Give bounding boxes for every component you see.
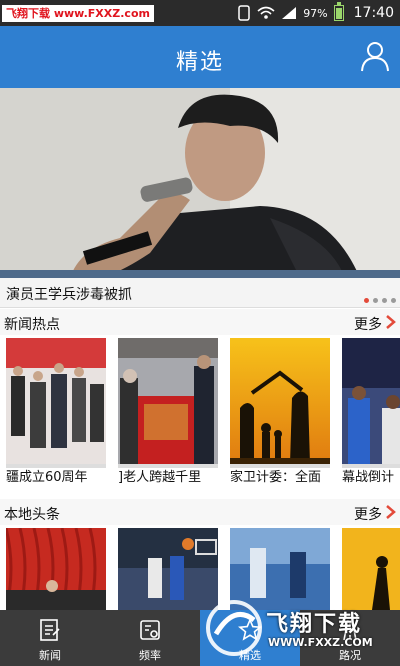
app-header: 精选	[0, 26, 400, 88]
hero-banner[interactable]	[0, 88, 400, 278]
news-caption: 疆成立60周年	[6, 468, 106, 488]
section-title: 新闻热点	[4, 317, 60, 333]
status-bar: 飞翔下载 www.FXXZ.com 97% 17:40	[0, 0, 400, 26]
user-icon[interactable]	[360, 40, 390, 72]
clock: 17:40	[353, 5, 394, 21]
status-icons: 97% 17:40	[237, 0, 394, 26]
battery-icon	[333, 2, 344, 21]
wifi-icon	[257, 6, 275, 19]
hero-caption: 演员王学兵涉毒被抓	[6, 287, 132, 303]
section-title: 本地头条	[4, 507, 60, 523]
nav-label: 新闻	[39, 649, 61, 662]
logo-icon	[206, 600, 262, 656]
slide-dot[interactable]	[373, 298, 378, 303]
more-link[interactable]: 更多	[354, 504, 382, 524]
local-headlines-header: 本地头条 更多	[0, 499, 400, 525]
news-card[interactable]	[6, 528, 106, 610]
watermark-logo: 飞翔下载 WWW.FXXZ.COM	[200, 596, 400, 660]
news-thumbnail	[342, 338, 400, 464]
news-caption: ]老人跨越千里	[118, 468, 218, 488]
news-thumbnail	[230, 338, 330, 464]
slide-dot[interactable]	[382, 298, 387, 303]
watermark-text: 飞翔下载	[266, 612, 363, 637]
news-thumbnail	[118, 338, 218, 464]
news-thumbnail	[6, 338, 106, 464]
slide-dot[interactable]	[391, 298, 396, 303]
hero-image	[0, 88, 400, 278]
news-card[interactable]: 家卫计委：全面	[230, 338, 330, 488]
news-hot-header: 新闻热点 更多	[0, 309, 400, 335]
watermark-url: WWW.FXXZ.COM	[268, 636, 373, 649]
chevron-right-icon[interactable]	[385, 315, 397, 329]
more-link[interactable]: 更多	[354, 314, 382, 334]
news-caption: 家卫计委：全面	[230, 468, 330, 488]
news-card[interactable]: 疆成立60周年	[6, 338, 106, 488]
hero-caption-bar[interactable]: 演员王学兵涉毒被抓	[0, 278, 400, 308]
news-card[interactable]: 幕战倒计	[342, 338, 400, 488]
news-hot-list: 疆成立60周年 ]老人跨越千里 家卫计委：全面 幕战倒计	[0, 338, 400, 490]
slide-indicator	[364, 298, 396, 303]
watermark-label: 飞翔下载 www.FXXZ.com	[2, 5, 154, 22]
signal-icon	[282, 7, 297, 19]
news-thumbnail	[6, 528, 106, 610]
nav-label: 频率	[139, 649, 161, 662]
news-caption: 幕战倒计	[342, 468, 400, 488]
radio-icon	[140, 620, 160, 640]
battery-percent: 97%	[303, 6, 328, 20]
nav-item-news[interactable]: 新闻	[0, 610, 100, 666]
news-icon	[40, 619, 60, 641]
news-card[interactable]: ]老人跨越千里	[118, 338, 218, 488]
chevron-right-icon[interactable]	[385, 505, 397, 519]
phone-icon	[238, 5, 250, 21]
slide-dot[interactable]	[364, 298, 369, 303]
page-title: 精选	[175, 50, 224, 75]
nav-item-frequency[interactable]: 频率	[100, 610, 200, 666]
